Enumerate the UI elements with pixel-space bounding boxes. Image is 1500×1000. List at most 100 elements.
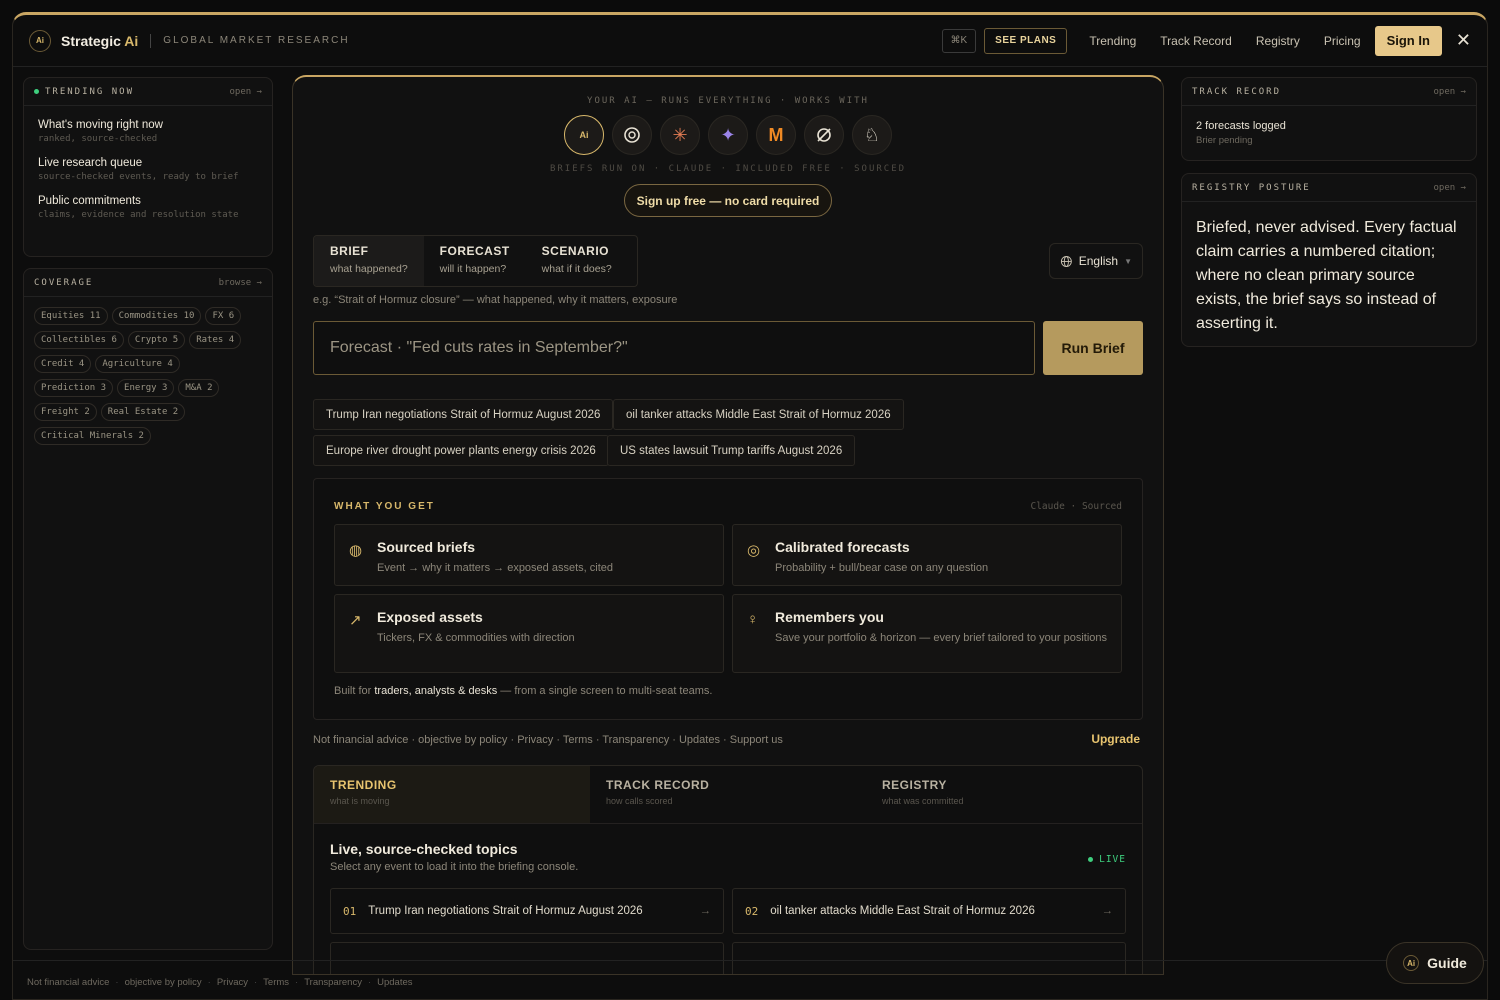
upgrade-link[interactable]: Upgrade (1091, 732, 1140, 746)
brand-name[interactable]: Strategic Ai (61, 33, 138, 49)
tab-track-record-sub: how calls scored (606, 796, 673, 806)
coverage-chip[interactable]: Equities 11 (34, 307, 108, 325)
list-item-text: oil tanker attacks Middle East Strait of… (770, 905, 1035, 917)
trending-now-item[interactable]: Public commitments claims, evidence and … (24, 195, 272, 220)
gemini-icon[interactable]: ✦ (708, 115, 748, 155)
feature-sub: Tickers, FX & commodities with direction (377, 632, 575, 644)
feature-card[interactable]: ↗ Exposed assets Tickers, FX & commoditi… (334, 594, 724, 673)
coverage-browse-link[interactable]: browse → (219, 278, 262, 288)
trending-now-item-sub: claims, evidence and resolution state (38, 210, 239, 220)
nav-pricing[interactable]: Pricing (1312, 34, 1373, 48)
brain-icon: ◍ (349, 542, 363, 559)
coverage-chip[interactable]: Real Estate 2 (100, 403, 186, 421)
run-brief-button[interactable]: Run Brief (1043, 321, 1143, 375)
query-input[interactable]: Forecast · "Fed cuts rates in September?… (313, 321, 1035, 375)
mode-tabs: BRIEF what happened? FORECAST will it ha… (313, 235, 638, 287)
strategic-ai-icon[interactable]: Ai (564, 115, 604, 155)
coverage-panel: COVERAGE browse → Equities 11 Commoditie… (23, 268, 273, 950)
coverage-chip[interactable]: Energy 3 (117, 379, 175, 397)
trending-now-panel: TRENDING NOW open → What's moving right … (23, 77, 273, 257)
coverage-chip[interactable]: Credit 4 (34, 355, 92, 373)
suggestion-chip[interactable]: US states lawsuit Trump tariffs August 2… (607, 435, 856, 466)
brand-divider (150, 33, 152, 48)
feature-sub: Save your portfolio & horizon — every br… (775, 632, 1107, 644)
list-item[interactable]: 01 Trump Iran negotiations Strait of Hor… (330, 888, 724, 934)
logo-icon[interactable]: Ai (29, 29, 51, 52)
brand-text: Strategic (61, 32, 121, 49)
bottom-link[interactable]: objective by policy (125, 977, 202, 988)
track-record-title: TRACK RECORD (1192, 86, 1282, 97)
guide-button[interactable]: Ai Guide (1386, 942, 1484, 984)
tab-forecast[interactable]: FORECAST will it happen? (424, 236, 526, 286)
built-for-text: Built for traders, analysts & desks — fr… (334, 685, 712, 697)
bottom-link[interactable]: Updates (377, 977, 412, 988)
trending-now-item[interactable]: Live research queue source-checked event… (24, 157, 272, 182)
nav-trending[interactable]: Trending (1077, 34, 1148, 48)
sign-in-button[interactable]: Sign In (1374, 25, 1442, 56)
coverage-chip[interactable]: Collectibles 6 (34, 331, 124, 349)
coverage-chip[interactable]: Prediction 3 (34, 379, 114, 397)
see-plans-button[interactable]: SEE PLANS (984, 27, 1068, 54)
suggestion-chip[interactable]: oil tanker attacks Middle East Strait of… (613, 399, 904, 430)
coverage-chip[interactable]: M&A 2 (178, 379, 220, 397)
tab-registry[interactable]: REGISTRY what was committed (866, 766, 1142, 823)
coverage-chip[interactable]: Crypto 5 (127, 331, 186, 349)
trending-now-item[interactable]: What's moving right now ranked, source-c… (24, 119, 272, 144)
nav-track-record[interactable]: Track Record (1148, 34, 1244, 48)
bottom-link[interactable]: Transparency (304, 977, 362, 988)
coverage-chip[interactable]: Critical Minerals 2 (34, 427, 151, 445)
feature-card[interactable]: ◍ Sourced briefs Event → why it matters … (334, 524, 724, 586)
coverage-chip[interactable]: Freight 2 (34, 403, 97, 421)
suggestion-chip[interactable]: Trump Iran negotiations Strait of Hormuz… (313, 399, 614, 430)
llama-icon[interactable]: ♘ (852, 115, 892, 155)
grok-icon[interactable] (804, 115, 844, 155)
top-bar: Ai Strategic Ai GLOBAL MARKET RESEARCH ⌘… (13, 15, 1487, 67)
coverage-title: COVERAGE (34, 277, 94, 288)
guide-logo-icon: Ai (1403, 955, 1420, 971)
command-palette-button[interactable]: ⌘K (941, 28, 977, 53)
brand-ai-text: Ai (124, 32, 139, 49)
feature-card[interactable]: ♀ Remembers you Save your portfolio & ho… (732, 594, 1122, 673)
tab-scenario-sub: what if it does? (541, 263, 612, 275)
list-item[interactable]: 02 oil tanker attacks Middle East Strait… (732, 888, 1126, 934)
tab-registry-sub: what was committed (882, 796, 964, 806)
track-record-value: 2 forecasts logged (1196, 120, 1286, 132)
tab-brief[interactable]: BRIEF what happened? (314, 236, 424, 286)
tab-trending[interactable]: TRENDING what is moving (314, 766, 590, 823)
trending-now-open-link[interactable]: open → (229, 87, 262, 97)
feature-card[interactable]: ◎ Calibrated forecasts Probability + bul… (732, 524, 1122, 586)
bottom-tabs: TRENDING what is moving TRACK RECORD how… (314, 766, 1142, 824)
coverage-chip[interactable]: FX 6 (205, 307, 242, 325)
trending-now-title: TRENDING NOW (45, 86, 135, 97)
close-icon[interactable]: ✕ (1456, 30, 1471, 51)
suggestion-chip[interactable]: Europe river drought power plants energy… (313, 435, 609, 466)
nav-registry[interactable]: Registry (1244, 34, 1312, 48)
coverage-chip[interactable]: Agriculture 4 (95, 355, 180, 373)
guide-label: Guide (1427, 955, 1467, 971)
mistral-icon[interactable]: M (756, 115, 796, 155)
coverage-chip[interactable]: Rates 4 (189, 331, 242, 349)
bottom-link[interactable]: Not financial advice (27, 977, 109, 988)
tab-track-record[interactable]: TRACK RECORD how calls scored (590, 766, 866, 823)
coverage-chip[interactable]: Commodities 10 (111, 307, 202, 325)
track-record-open-link[interactable]: open → (1433, 87, 1466, 97)
registry-posture-open-link[interactable]: open → (1433, 183, 1466, 193)
trending-now-item-title: What's moving right now (38, 119, 163, 131)
feature-title: Calibrated forecasts (775, 539, 910, 555)
trending-now-item-title: Public commitments (38, 195, 141, 207)
bottom-link[interactable]: Privacy (217, 977, 248, 988)
console-footer-links[interactable]: Not financial advice · objective by poli… (313, 734, 783, 746)
signup-free-button[interactable]: Sign up free — no card required (624, 184, 832, 217)
bottom-link[interactable]: Terms (263, 977, 289, 988)
trend-up-icon: ↗ (349, 612, 362, 629)
bottom-separator: · (367, 976, 372, 988)
query-hint: e.g. “Strait of Hormuz closure” — what h… (313, 294, 678, 306)
claude-icon[interactable]: ✳ (660, 115, 700, 155)
track-record-body: 2 forecasts logged Brier pending (1182, 106, 1476, 146)
list-item-number: 01 (343, 904, 357, 918)
tab-scenario[interactable]: SCENARIO what if it does? (526, 236, 628, 286)
bottom-separator: · (254, 976, 258, 988)
openai-icon[interactable] (612, 115, 652, 155)
language-select[interactable]: English ▼ (1049, 243, 1143, 279)
tab-forecast-label: FORECAST (439, 244, 510, 258)
